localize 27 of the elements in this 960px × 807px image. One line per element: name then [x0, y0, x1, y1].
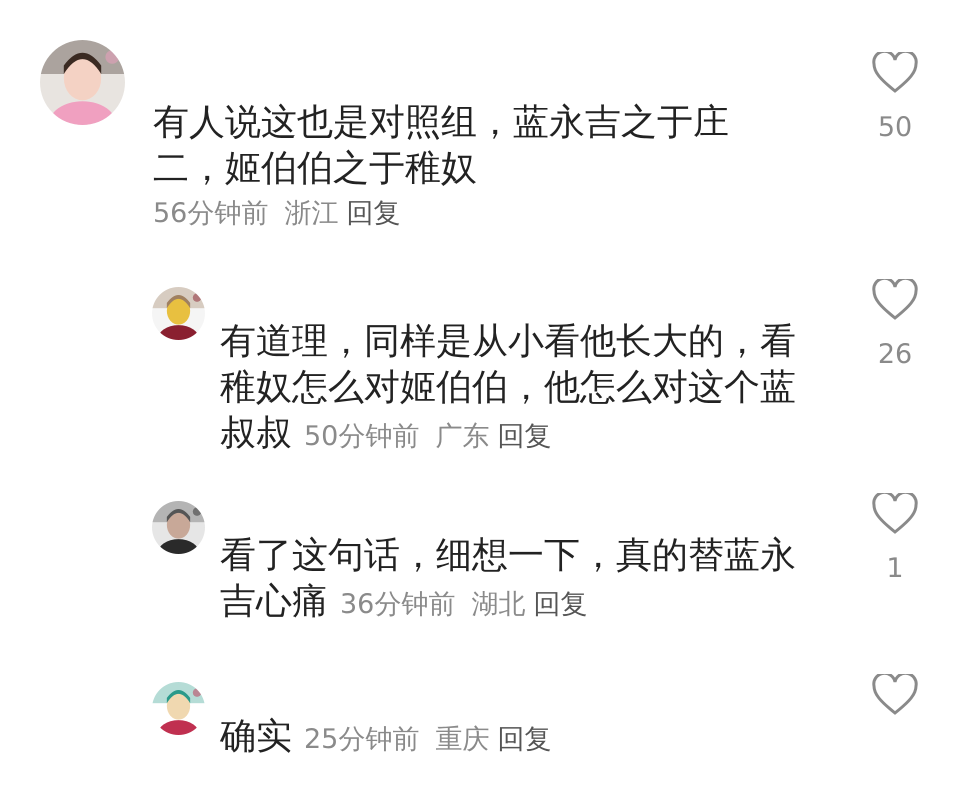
heart-icon[interactable]: [872, 278, 918, 320]
comment-line: 二，姬伯伯之于稚奴: [153, 147, 478, 191]
comment-line: 吉心痛: [220, 580, 328, 624]
comment-location: 重庆: [435, 722, 490, 756]
like-count: 50: [878, 111, 912, 145]
comment-location: 浙江: [284, 197, 338, 231]
comment-time: 50分钟前: [304, 420, 420, 454]
comment-line: 有人说这也是对照组，蓝永吉之于庄: [153, 101, 730, 145]
reply-link[interactable]: 回复: [497, 416, 552, 457]
comment-time: 25分钟前: [304, 722, 420, 756]
heart-icon[interactable]: [872, 674, 918, 716]
comment-location: 广东: [435, 420, 490, 454]
heart-icon[interactable]: [872, 52, 918, 94]
heart-icon[interactable]: [872, 493, 918, 535]
reply-link[interactable]: 回复: [497, 720, 552, 760]
comment-location: 湖北: [471, 588, 526, 622]
comment-line: 确实: [220, 714, 292, 758]
comment-line: 看了这句话，细想一下，真的替蓝永: [220, 534, 797, 578]
comment-line: 有道理，同样是从小看他长大的，看: [220, 320, 797, 364]
reply-link[interactable]: 回复: [533, 585, 588, 626]
reply-link[interactable]: 回复: [346, 194, 400, 234]
comment-time: 56分钟前: [153, 197, 268, 231]
like-count: 1: [886, 552, 904, 586]
like-count: 26: [878, 338, 912, 372]
comment-line: 稚奴怎么对姬伯伯，他怎么对这个蓝: [220, 366, 797, 410]
comment-time: 36分钟前: [340, 588, 456, 622]
comment-line: 叔叔: [220, 412, 292, 456]
